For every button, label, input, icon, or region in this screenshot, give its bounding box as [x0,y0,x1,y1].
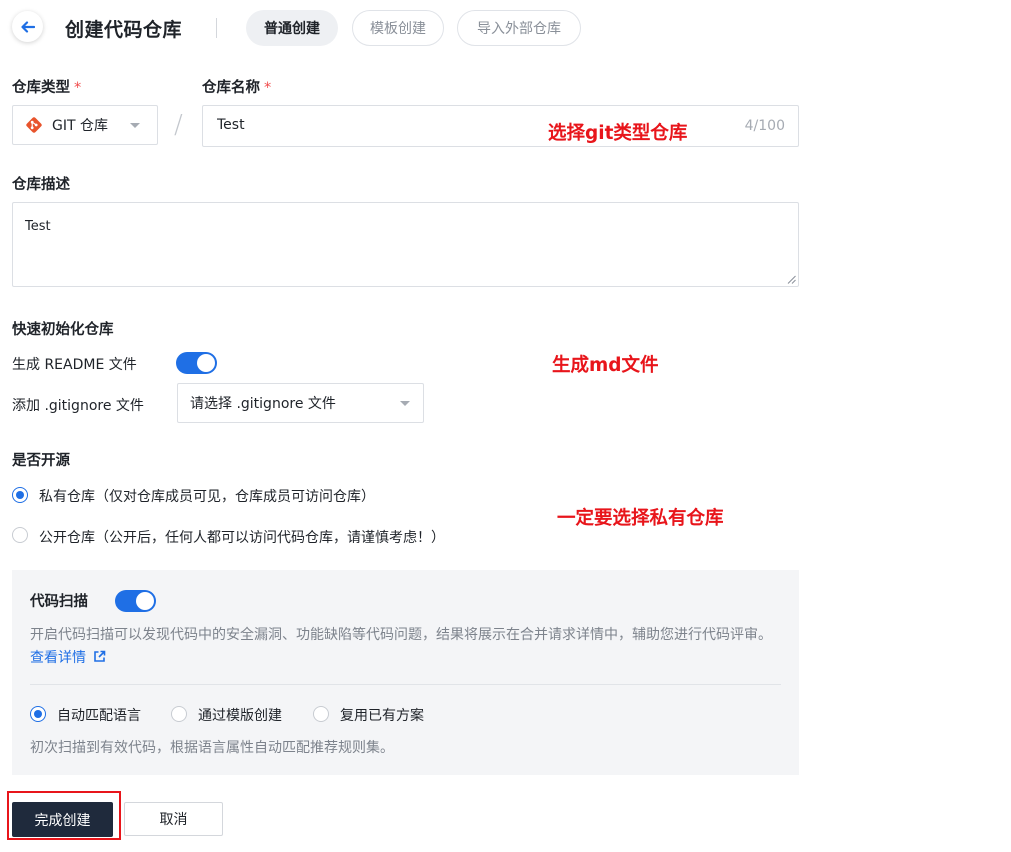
cancel-button[interactable]: 取消 [124,802,223,836]
repo-type-value: GIT 仓库 [52,118,108,134]
tab-import-external[interactable]: 导入外部仓库 [457,10,581,46]
annotation-git-type: 选择git类型仓库 [548,123,688,144]
code-scan-description-text: 开启代码扫描可以发现代码中的安全漏洞、功能缺陷等代码问题，结果将展示在合并请求详… [30,627,772,643]
resize-handle-icon[interactable] [787,275,796,284]
private-option-label[interactable]: 私有仓库（仅对仓库成员可见，仓库成员可访问仓库） [39,486,375,506]
radio-public[interactable] [12,527,28,543]
chevron-down-icon [129,122,140,128]
tab-template-create[interactable]: 模板创建 [352,10,444,46]
radio-private[interactable] [12,487,28,503]
required-mark: * [74,80,82,96]
toggle-knob [197,354,215,372]
view-details-text[interactable]: 查看详情 [30,650,86,666]
radio-template-create[interactable] [171,706,187,722]
chevron-down-icon [400,401,410,406]
arrow-left-icon [20,20,35,33]
git-icon [26,117,42,133]
description-textarea[interactable]: Test [12,202,799,287]
gitignore-label: 添加 .gitignore 文件 [12,398,144,414]
view-details-link[interactable]: 查看详情 [30,650,106,666]
repo-name-label-text: 仓库名称 [202,80,260,96]
description-label: 仓库描述 [12,177,70,193]
mode-reuse-label[interactable]: 复用已有方案 [340,705,424,725]
toggle-knob [136,592,154,610]
annotation-md-file: 生成md文件 [552,355,659,376]
panel-divider [30,684,781,685]
open-source-title: 是否开源 [12,453,70,469]
header-divider [216,18,217,38]
repo-type-label: 仓库类型 * [12,76,81,97]
public-option-label[interactable]: 公开仓库（公开后，任何人都可以访问代码仓库，请谨慎考虑！） [39,527,445,547]
readme-label: 生成 README 文件 [12,357,137,373]
repo-type-select[interactable]: GIT 仓库 [12,105,158,145]
quick-init-title: 快速初始化仓库 [12,322,114,338]
repo-name-field[interactable]: 4/100 [202,105,799,147]
code-scan-description: 开启代码扫描可以发现代码中的安全漏洞、功能缺陷等代码问题，结果将展示在合并请求详… [30,624,785,670]
code-scan-panel: 代码扫描 开启代码扫描可以发现代码中的安全漏洞、功能缺陷等代码问题，结果将展示在… [12,570,799,775]
gitignore-placeholder: 请选择 .gitignore 文件 [190,396,336,412]
repo-name-label: 仓库名称 * [202,76,271,97]
mode-template-label[interactable]: 通过模版创建 [198,705,282,725]
tab-normal-create[interactable]: 普通创建 [246,10,338,46]
radio-auto-match[interactable] [30,706,46,722]
submit-button[interactable]: 完成创建 [12,802,113,837]
back-button[interactable] [12,11,43,42]
external-link-icon[interactable] [93,650,106,663]
radio-reuse-scheme[interactable] [313,706,329,722]
mode-hint: 初次扫描到有效代码，根据语言属性自动匹配推荐规则集。 [30,740,394,756]
description-wrapper: Test [12,202,799,287]
required-mark: * [264,80,272,96]
code-scan-title: 代码扫描 [30,594,88,610]
gitignore-select[interactable]: 请选择 .gitignore 文件 [177,383,424,423]
mode-auto-match-label[interactable]: 自动匹配语言 [57,705,141,725]
page-title: 创建代码仓库 [65,19,183,41]
code-scan-toggle[interactable] [115,590,156,612]
separator-slash: / [174,110,183,140]
readme-toggle[interactable] [176,352,217,374]
repo-type-label-text: 仓库类型 [12,80,70,96]
annotation-private: 一定要选择私有仓库 [557,508,724,529]
char-counter: 4/100 [744,118,785,134]
